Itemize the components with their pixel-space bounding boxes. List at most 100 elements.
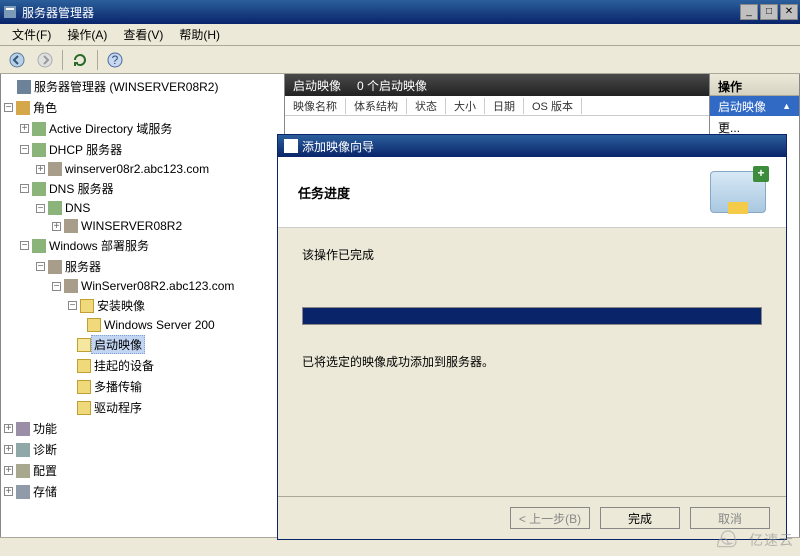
expand-toggle[interactable]: +	[20, 124, 29, 133]
progress-icon	[710, 171, 766, 213]
host-icon	[48, 162, 62, 176]
roles-icon	[16, 101, 30, 115]
expand-toggle[interactable]: −	[36, 204, 45, 213]
progress-fill	[303, 308, 761, 324]
back-button[interactable]	[6, 49, 28, 71]
minimize-button[interactable]: _	[740, 4, 758, 20]
window-controls: _ □ ✕	[740, 4, 798, 20]
watermark: 亿速云	[711, 530, 794, 550]
col-size[interactable]: 大小	[446, 98, 485, 114]
dialog-body: 该操作已完成 已将选定的映像成功添加到服务器。	[278, 228, 786, 496]
tree-features[interactable]: 功能	[30, 419, 60, 438]
folder-icon	[87, 318, 101, 332]
dialog-header: 任务进度	[278, 157, 786, 228]
svg-text:?: ?	[112, 53, 119, 67]
actions-header: 操作	[710, 74, 799, 96]
cancel-button: 取消	[690, 507, 770, 529]
expand-toggle[interactable]: −	[20, 184, 29, 193]
help-button[interactable]: ?	[104, 49, 126, 71]
servers-icon	[48, 260, 62, 274]
toolbar-separator	[97, 50, 98, 70]
config-icon	[16, 464, 30, 478]
refresh-button[interactable]	[69, 49, 91, 71]
tree-roles[interactable]: 角色	[30, 98, 60, 117]
expand-toggle[interactable]: +	[4, 424, 13, 433]
folder-icon	[77, 359, 91, 373]
toolbar: ?	[0, 46, 800, 74]
arrow-icon: ▲	[782, 101, 791, 111]
main-titlebar: 服务器管理器 _ □ ✕	[0, 0, 800, 24]
tree-servers[interactable]: 服务器	[62, 257, 104, 276]
tree-storage[interactable]: 存储	[30, 482, 60, 501]
col-name[interactable]: 映像名称	[285, 98, 346, 114]
expand-toggle[interactable]: +	[36, 165, 45, 174]
list-header: 启动映像 0 个启动映像	[285, 74, 709, 96]
detail-message: 已将选定的映像成功添加到服务器。	[302, 353, 762, 370]
tree-dns-host[interactable]: WINSERVER08R2	[78, 218, 185, 234]
finish-button[interactable]: 完成	[600, 507, 680, 529]
actions-selected-label: 启动映像	[718, 98, 766, 115]
watermark-text: 亿速云	[749, 530, 794, 550]
dialog-titlebar: 添加映像向导	[278, 135, 786, 157]
menubar: 文件(F) 操作(A) 查看(V) 帮助(H)	[0, 24, 800, 46]
window-title: 服务器管理器	[22, 4, 740, 21]
tree-dns[interactable]: DNS 服务器	[46, 179, 117, 198]
dialog-title: 添加映像向导	[302, 138, 374, 155]
service-icon	[32, 182, 46, 196]
expand-toggle[interactable]: +	[52, 222, 61, 231]
tree-pane[interactable]: 服务器管理器 (WINSERVER08R2) − 角色 + Active Direc…	[0, 74, 285, 546]
col-status[interactable]: 状态	[407, 98, 446, 114]
menu-file[interactable]: 文件(F)	[4, 24, 59, 45]
service-icon	[32, 239, 46, 253]
dialog-footer: < 上一步(B) 完成 取消	[278, 496, 786, 539]
tree-drivers[interactable]: 驱动程序	[91, 398, 145, 417]
expand-toggle[interactable]: +	[4, 487, 13, 496]
features-icon	[16, 422, 30, 436]
folder-icon	[80, 299, 94, 313]
tree-multicast[interactable]: 多播传输	[91, 377, 145, 396]
tree-config[interactable]: 配置	[30, 461, 60, 480]
complete-message: 该操作已完成	[302, 246, 762, 263]
expand-toggle[interactable]: −	[20, 241, 29, 250]
expand-toggle[interactable]: −	[36, 262, 45, 271]
col-arch[interactable]: 体系结构	[346, 98, 407, 114]
progress-bar	[302, 307, 762, 325]
forward-button[interactable]	[34, 49, 56, 71]
tree-pending[interactable]: 挂起的设备	[91, 356, 157, 375]
dialog-heading: 任务进度	[298, 183, 350, 202]
service-icon	[32, 122, 46, 136]
col-date[interactable]: 日期	[485, 98, 524, 114]
menu-action[interactable]: 操作(A)	[59, 24, 115, 45]
host-icon	[64, 279, 78, 293]
expand-toggle[interactable]: −	[4, 103, 13, 112]
add-image-wizard-dialog: 添加映像向导 任务进度 该操作已完成 已将选定的映像成功添加到服务器。 < 上一…	[277, 134, 787, 540]
tree-wds[interactable]: Windows 部署服务	[46, 236, 152, 255]
toolbar-separator	[62, 50, 63, 70]
expand-toggle[interactable]: −	[20, 145, 29, 154]
folder-icon	[77, 380, 91, 394]
maximize-button[interactable]: □	[760, 4, 778, 20]
tree-ws200x[interactable]: Windows Server 200	[101, 317, 218, 333]
expand-toggle[interactable]: +	[4, 466, 13, 475]
tree-wds-host[interactable]: WinServer08R2.abc123.com	[78, 278, 237, 294]
dns-icon	[48, 201, 62, 215]
col-os[interactable]: OS 版本	[524, 98, 582, 114]
tree-install-images[interactable]: 安装映像	[94, 296, 148, 315]
close-button[interactable]: ✕	[780, 4, 798, 20]
expand-toggle[interactable]: −	[68, 301, 77, 310]
tree-root[interactable]: 服务器管理器 (WINSERVER08R2)	[31, 77, 221, 96]
tree-ad[interactable]: Active Directory 域服务	[46, 119, 175, 138]
expand-toggle[interactable]: −	[52, 282, 61, 291]
list-header-kind: 启动映像	[293, 77, 341, 94]
tree-dhcp[interactable]: DHCP 服务器	[46, 140, 125, 159]
menu-view[interactable]: 查看(V)	[115, 24, 171, 45]
tree-boot-images[interactable]: 启动映像	[91, 335, 145, 354]
tree-diagnostics[interactable]: 诊断	[30, 440, 60, 459]
tree-dhcp-host[interactable]: winserver08r2.abc123.com	[62, 161, 212, 177]
folder-icon	[77, 401, 91, 415]
tree-dns-node[interactable]: DNS	[62, 200, 93, 216]
menu-help[interactable]: 帮助(H)	[171, 24, 228, 45]
expand-toggle[interactable]: +	[4, 445, 13, 454]
host-icon	[64, 219, 78, 233]
back-button: < 上一步(B)	[510, 507, 590, 529]
